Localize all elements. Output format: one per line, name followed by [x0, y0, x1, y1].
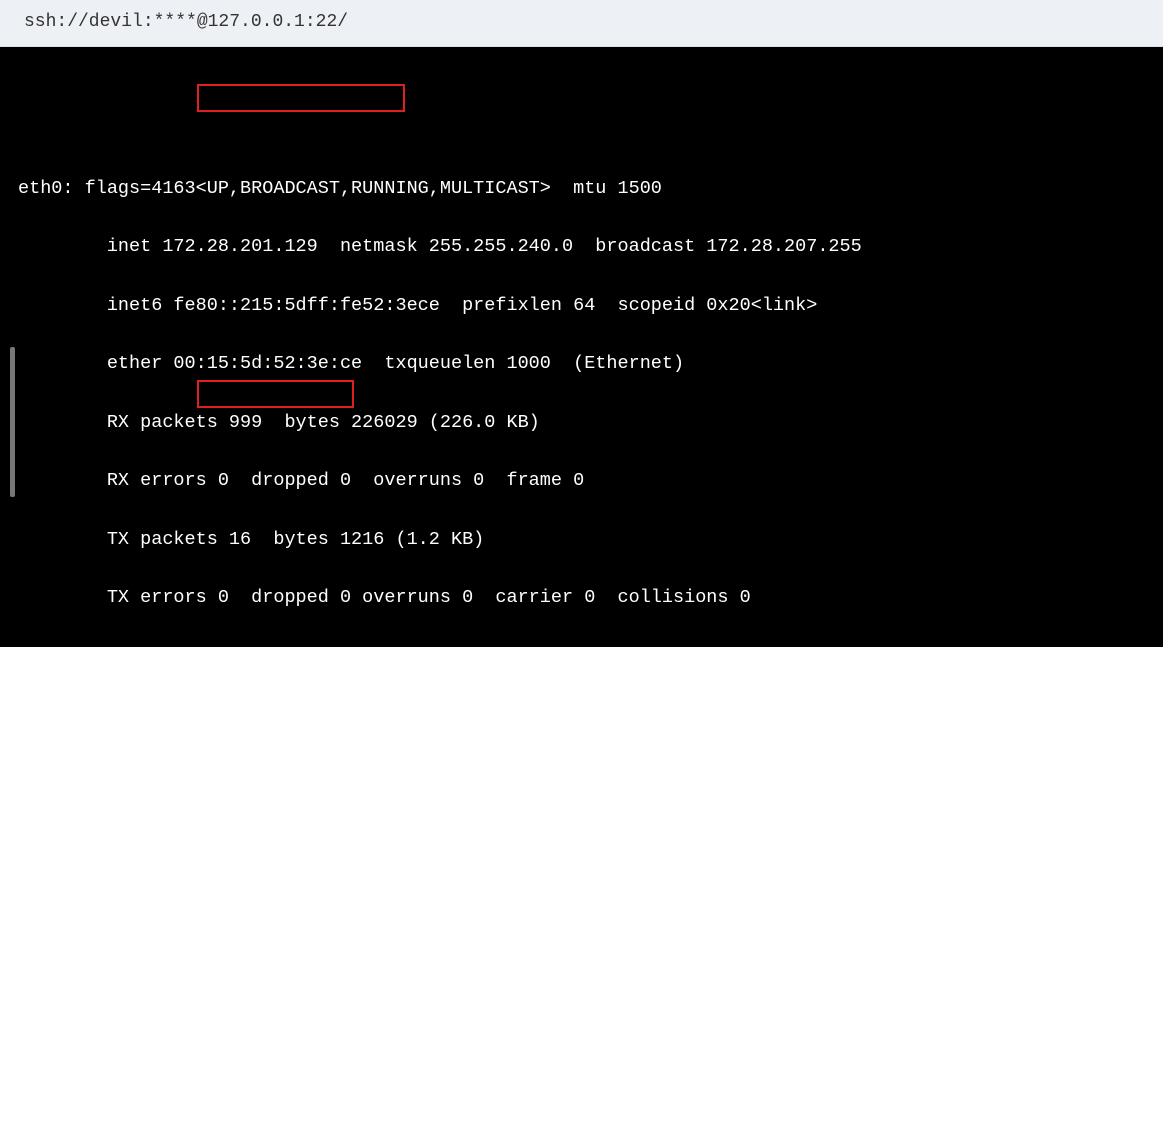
terminal-line: lo: flags=73<UP,LOOPBACK,RUNNING> mtu 65… [18, 671, 1145, 700]
highlight-box-lo-ip [197, 380, 354, 408]
terminal-line: TX errors 0 dropped 0 overruns 0 carrier… [18, 583, 1145, 612]
terminal-line: TX packets 47726 bytes 1512628762 (1.5 G… [18, 1021, 1145, 1050]
terminal-line: RX packets 999 bytes 226029 (226.0 KB) [18, 408, 1145, 437]
terminal-line: inet 127.0.0.1 netmask 255.0.0.0 [18, 729, 1145, 758]
terminal-line: RX errors 0 dropped 0 overruns 0 frame 0 [18, 963, 1145, 992]
terminal-line: TX packets 16 bytes 1216 (1.2 KB) [18, 525, 1145, 554]
ssh-url: ssh://devil:****@127.0.0.1:22/ [24, 12, 348, 32]
terminal-line: ether 00:15:5d:52:3e:ce txqueuelen 1000 … [18, 349, 1145, 378]
terminal-line: eth0: flags=4163<UP,BROADCAST,RUNNING,MU… [18, 174, 1145, 203]
highlight-box-eth0-ip [197, 84, 405, 112]
terminal-line: loop txqueuelen 1000 (Local Loopback) [18, 846, 1145, 875]
address-bar[interactable]: ssh://devil:****@127.0.0.1:22/ [0, 0, 1163, 47]
terminal-line: inet 172.28.201.129 netmask 255.255.240.… [18, 232, 1145, 261]
terminal-line: inet6 fe80::215:5dff:fe52:3ece prefixlen… [18, 291, 1145, 320]
terminal-line: inet6 ::1 prefixlen 128 scopeid 0x10<hos… [18, 787, 1145, 816]
terminal-line: TX errors 0 dropped 0 overruns 0 carrier… [18, 1080, 1145, 1109]
scrollbar-thumb[interactable] [10, 347, 15, 497]
terminal-line: RX packets 47726 bytes 1512628762 (1.5 G… [18, 904, 1145, 933]
terminal-line: RX errors 0 dropped 0 overruns 0 frame 0 [18, 466, 1145, 495]
terminal-output[interactable]: eth0: flags=4163<UP,BROADCAST,RUNNING,MU… [0, 47, 1163, 647]
